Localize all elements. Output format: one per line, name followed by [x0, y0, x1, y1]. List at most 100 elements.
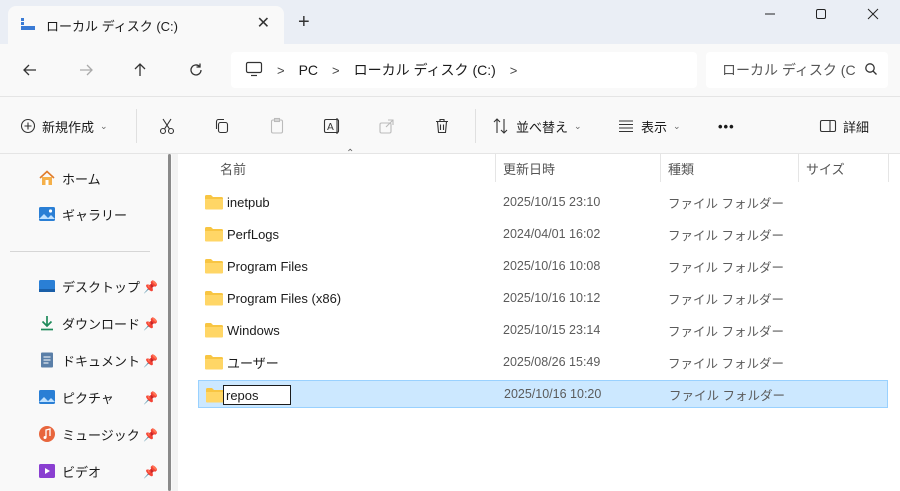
- folder-icon: [204, 321, 224, 342]
- sidebar-item-label: ピクチャ: [62, 390, 114, 406]
- pin-icon[interactable]: 📌: [143, 428, 158, 442]
- chevron-right-icon[interactable]: >: [510, 63, 518, 78]
- file-date: 2025/10/16 10:12: [503, 291, 601, 305]
- chevron-right-icon: >: [277, 62, 285, 78]
- column-divider[interactable]: [888, 154, 889, 182]
- chevron-down-icon: ⌄: [574, 120, 582, 131]
- file-date: 2025/10/15 23:14: [503, 323, 601, 337]
- more-options-button[interactable]: •••: [718, 115, 735, 137]
- column-header-size[interactable]: サイズ: [806, 154, 845, 182]
- table-row[interactable]: Program Files (x86) 2025/10/16 10:12 ファイ…: [198, 284, 888, 312]
- share-button[interactable]: [378, 115, 396, 137]
- navigation-pane: ホーム ギャラリー デスクトップ 📌 ダウンロード 📌 ドキュメント 📌 ピクチ…: [0, 154, 172, 491]
- back-button[interactable]: [16, 56, 44, 84]
- sidebar-item-gallery[interactable]: ギャラリー: [38, 202, 127, 226]
- paste-button[interactable]: [268, 115, 286, 137]
- close-icon: [867, 8, 879, 20]
- column-divider[interactable]: [660, 154, 661, 182]
- command-bar: 新規作成 ⌄ A 並べ替え ⌄ 表示 ⌄ ••• 詳細: [0, 96, 900, 154]
- view-label: 表示: [641, 119, 668, 135]
- column-divider[interactable]: [798, 154, 799, 182]
- sort-button[interactable]: 並べ替え ⌄: [492, 115, 582, 137]
- pin-icon[interactable]: 📌: [143, 354, 158, 368]
- table-row[interactable]: PerfLogs 2024/04/01 16:02 ファイル フォルダー: [198, 220, 888, 248]
- file-type: ファイル フォルダー: [668, 324, 784, 339]
- breadcrumb-local-disk[interactable]: ローカル ディスク (C:): [354, 60, 496, 80]
- new-label: 新規作成: [42, 119, 95, 135]
- file-type: ファイル フォルダー: [668, 260, 784, 275]
- chevron-down-icon: ⌄: [673, 120, 681, 131]
- sidebar-item-home[interactable]: ホーム: [38, 166, 101, 190]
- rename-input[interactable]: [223, 385, 291, 405]
- forward-button[interactable]: [72, 56, 100, 84]
- file-name: Program Files (x86): [227, 290, 342, 306]
- column-header-date[interactable]: 更新日時: [503, 154, 555, 182]
- download-icon: [38, 314, 56, 332]
- folder-icon: [205, 386, 225, 407]
- sidebar-item-label: ギャラリー: [62, 207, 128, 223]
- maximize-button[interactable]: [798, 0, 844, 28]
- column-header-name[interactable]: 名前: [220, 154, 246, 182]
- sidebar-item-music[interactable]: ミュージック: [38, 422, 140, 446]
- chevron-right-icon[interactable]: >: [332, 63, 340, 78]
- pin-icon[interactable]: 📌: [143, 465, 158, 479]
- file-type: ファイル フォルダー: [668, 228, 784, 243]
- pin-icon[interactable]: 📌: [143, 317, 158, 331]
- sort-label: 並べ替え: [516, 119, 569, 135]
- new-tab-button[interactable]: +: [298, 10, 310, 34]
- new-button[interactable]: 新規作成 ⌄: [20, 115, 108, 137]
- view-button[interactable]: 表示 ⌄: [617, 115, 681, 137]
- column-divider[interactable]: [495, 154, 496, 182]
- file-name: Windows: [227, 322, 280, 338]
- sidebar-item-documents[interactable]: ドキュメント: [38, 348, 140, 372]
- sidebar-item-desktop[interactable]: デスクトップ: [38, 274, 140, 298]
- pictures-icon: [38, 388, 56, 406]
- address-bar[interactable]: > PC > ローカル ディスク (C:) >: [231, 52, 697, 88]
- file-type: ファイル フォルダー: [669, 388, 785, 403]
- sidebar-scrollbar[interactable]: [168, 154, 171, 491]
- up-button[interactable]: [126, 56, 154, 84]
- folder-icon: [204, 257, 224, 278]
- table-row[interactable]: inetpub 2025/10/15 23:10 ファイル フォルダー: [198, 188, 888, 216]
- details-button[interactable]: 詳細: [819, 115, 869, 137]
- sidebar-item-pictures[interactable]: ピクチャ: [38, 385, 114, 409]
- sidebar-item-label: ドキュメント: [62, 353, 141, 369]
- file-date: 2024/04/01 16:02: [503, 227, 601, 241]
- desktop-icon: [38, 277, 56, 295]
- pin-icon[interactable]: 📌: [143, 391, 158, 405]
- home-icon: [38, 169, 56, 187]
- table-row[interactable]: Program Files 2025/10/16 10:08 ファイル フォルダ…: [198, 252, 888, 280]
- delete-button[interactable]: [433, 115, 451, 137]
- close-window-button[interactable]: [850, 0, 896, 28]
- sidebar-item-videos[interactable]: ビデオ: [38, 459, 101, 483]
- sidebar-item-downloads[interactable]: ダウンロード: [38, 311, 140, 335]
- maximize-icon: [816, 9, 826, 19]
- folder-icon: [204, 353, 224, 374]
- refresh-button[interactable]: [182, 56, 210, 84]
- folder-icon: [204, 289, 224, 310]
- search-placeholder: ローカル ディスク (C: [722, 62, 856, 78]
- column-header-type[interactable]: 種類: [668, 154, 694, 182]
- music-icon: [38, 425, 56, 443]
- copy-button[interactable]: [213, 115, 231, 137]
- plus-circle-icon: [20, 118, 36, 134]
- file-date: 2025/08/26 15:49: [503, 355, 601, 369]
- tab-title: ローカル ディスク (C:): [46, 18, 178, 34]
- column-label: サイズ: [806, 161, 845, 177]
- search-input[interactable]: ローカル ディスク (C: [706, 52, 888, 88]
- table-row-selected[interactable]: 2025/10/16 10:20 ファイル フォルダー: [198, 380, 888, 408]
- drive-icon: [20, 16, 36, 35]
- rename-button[interactable]: A: [323, 115, 343, 137]
- close-tab-button[interactable]: ✕: [257, 14, 270, 34]
- arrow-left-icon: [23, 64, 36, 76]
- breadcrumb-pc[interactable]: PC: [299, 62, 318, 78]
- minimize-button[interactable]: [747, 0, 793, 28]
- table-row[interactable]: ユーザー 2025/08/26 15:49 ファイル フォルダー: [198, 348, 888, 376]
- rename-icon: A: [323, 118, 340, 134]
- table-row[interactable]: Windows 2025/10/15 23:14 ファイル フォルダー: [198, 316, 888, 344]
- column-label: 種類: [668, 161, 695, 177]
- tab-local-disk[interactable]: ローカル ディスク (C:) ✕: [8, 6, 284, 44]
- cut-button[interactable]: [158, 115, 176, 137]
- search-icon: [864, 62, 878, 79]
- pin-icon[interactable]: 📌: [143, 280, 158, 294]
